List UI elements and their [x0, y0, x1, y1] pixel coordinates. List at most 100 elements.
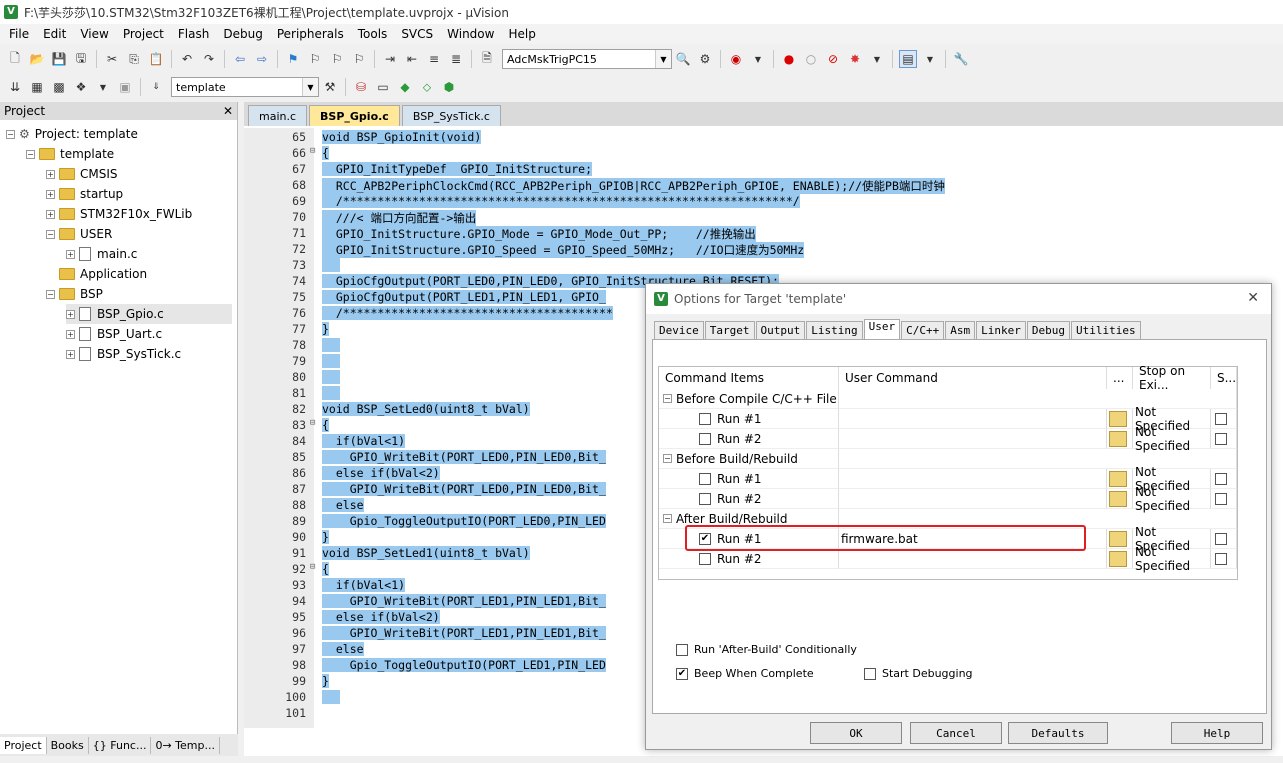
breakpoint-icon[interactable]: ●: [780, 50, 798, 68]
help-button[interactable]: Help: [1171, 722, 1263, 744]
ok-button[interactable]: OK: [810, 722, 902, 744]
browse-folder-icon[interactable]: [1109, 430, 1127, 447]
menu-file[interactable]: File: [2, 27, 36, 41]
project-panel-tab[interactable]: {} Func...: [89, 736, 152, 754]
redo-icon[interactable]: ↷: [200, 50, 218, 68]
expander-icon[interactable]: +: [66, 249, 75, 259]
menu-help[interactable]: Help: [501, 27, 542, 41]
chevron-down-icon[interactable]: ▼: [655, 50, 671, 68]
expander-icon[interactable]: −: [46, 289, 55, 299]
dialog-tab-asm[interactable]: Asm: [945, 321, 976, 339]
silent-checkbox[interactable]: [1215, 492, 1227, 505]
expander-icon[interactable]: −: [663, 514, 672, 523]
find-in-files-icon[interactable]: 🗎: [478, 50, 496, 68]
cut-icon[interactable]: ✂: [103, 50, 121, 68]
undo-icon[interactable]: ↶: [178, 50, 196, 68]
nav-forward-icon[interactable]: ⇨: [253, 50, 271, 68]
browse-folder-icon[interactable]: [1109, 530, 1127, 547]
target-options-icon[interactable]: ⚒: [321, 78, 339, 96]
user-command-cell[interactable]: [839, 429, 1107, 449]
clear-bookmarks-icon[interactable]: ⚐: [350, 50, 368, 68]
save-icon[interactable]: 💾: [50, 50, 68, 68]
command-row[interactable]: Run #2 Not Specified: [659, 545, 1237, 573]
editor-tab[interactable]: BSP_Gpio.c: [309, 105, 400, 126]
chevron-down-icon[interactable]: ▼: [868, 50, 886, 68]
tree-item[interactable]: + BSP_Uart.c: [66, 324, 162, 344]
user-command-cell[interactable]: [839, 409, 1107, 429]
kill-breakpoints-icon[interactable]: ✸: [846, 50, 864, 68]
run-checkbox[interactable]: [699, 432, 711, 445]
dialog-tab-output[interactable]: Output: [755, 321, 806, 339]
run-after-build-checkbox[interactable]: [676, 643, 688, 656]
uncomment-icon[interactable]: ≣: [447, 50, 465, 68]
project-panel-tab[interactable]: 0→ Temp...: [151, 736, 220, 754]
expander-icon[interactable]: −: [26, 149, 35, 159]
dialog-tab-listing[interactable]: Listing: [806, 321, 863, 339]
build-icon[interactable]: ▦: [28, 78, 46, 96]
expander-icon[interactable]: −: [46, 229, 55, 239]
target-select[interactable]: template ▼: [171, 77, 319, 97]
expander-icon[interactable]: +: [66, 329, 75, 339]
stop-on-exit-cell[interactable]: Not Specified: [1133, 425, 1211, 453]
column-header[interactable]: User Command: [839, 367, 1107, 389]
run-after-build-option[interactable]: Run 'After-Build' Conditionally: [676, 643, 857, 656]
chevron-down-icon[interactable]: ▼: [302, 78, 318, 96]
manage-components-icon[interactable]: ⛁: [352, 78, 370, 96]
browse-folder-icon[interactable]: [1109, 550, 1127, 567]
menu-svcs[interactable]: SVCS: [394, 27, 440, 41]
menu-peripherals[interactable]: Peripherals: [270, 27, 351, 41]
expander-icon[interactable]: +: [66, 349, 75, 359]
menu-window[interactable]: Window: [440, 27, 501, 41]
fold-marker[interactable]: ⊟: [310, 562, 320, 572]
disable-all-breakpoints-icon[interactable]: ⊘: [824, 50, 842, 68]
beep-checkbox[interactable]: ✔: [676, 667, 688, 680]
dialog-tab-user[interactable]: User: [863, 319, 901, 339]
save-all-icon[interactable]: 🖫: [72, 50, 90, 68]
menu-tools[interactable]: Tools: [351, 27, 395, 41]
run-checkbox[interactable]: [699, 552, 711, 565]
tree-item[interactable]: + STM32F10x_FWLib: [46, 204, 192, 224]
column-header[interactable]: Stop on Exi...: [1133, 364, 1211, 392]
defaults-button[interactable]: Defaults: [1008, 722, 1108, 744]
expander-icon[interactable]: +: [66, 309, 75, 319]
run-checkbox[interactable]: [699, 472, 711, 485]
editor-tab[interactable]: main.c: [248, 105, 308, 126]
chevron-down-icon[interactable]: ▼: [921, 50, 939, 68]
tree-item[interactable]: + CMSIS: [46, 164, 118, 184]
fold-marker[interactable]: ⊟: [310, 146, 320, 156]
user-command-cell[interactable]: [839, 469, 1107, 489]
tree-item[interactable]: + main.c: [66, 244, 137, 264]
silent-checkbox[interactable]: [1215, 472, 1227, 485]
cancel-button[interactable]: Cancel: [910, 722, 1002, 744]
project-panel-tab[interactable]: Books: [47, 736, 89, 754]
stop-on-exit-cell[interactable]: Not Specified: [1133, 545, 1211, 573]
silent-checkbox[interactable]: [1215, 552, 1227, 565]
dialog-tab-debug[interactable]: Debug: [1026, 321, 1070, 339]
tree-item[interactable]: + startup: [46, 184, 123, 204]
select-packs-icon[interactable]: ▭: [374, 78, 392, 96]
expander-icon[interactable]: +: [46, 169, 55, 179]
unindent-icon[interactable]: ⇤: [403, 50, 421, 68]
column-header[interactable]: Command Items: [659, 367, 839, 389]
project-panel-tab[interactable]: Project: [0, 736, 47, 754]
silent-checkbox[interactable]: [1215, 532, 1227, 545]
close-icon[interactable]: ✕: [1247, 290, 1259, 306]
copy-icon[interactable]: ⎘: [125, 50, 143, 68]
tree-item[interactable]: − BSP: [46, 284, 103, 304]
new-file-icon[interactable]: 🗋: [6, 50, 24, 68]
menu-flash[interactable]: Flash: [171, 27, 216, 41]
download-icon[interactable]: ⇓: [147, 78, 165, 96]
next-bookmark-icon[interactable]: ⚐: [328, 50, 346, 68]
rebuild-icon[interactable]: ▩: [50, 78, 68, 96]
tree-item[interactable]: − USER: [46, 224, 112, 244]
expander-icon[interactable]: −: [663, 454, 672, 463]
find-combo[interactable]: AdcMskTrigPC15 ▼: [502, 49, 672, 69]
dialog-tab-cc[interactable]: C/C++: [901, 321, 945, 339]
chevron-down-icon[interactable]: ▼: [749, 50, 767, 68]
command-row[interactable]: Run #2 Not Specified: [659, 485, 1237, 513]
tree-item[interactable]: − ⚙ Project: template: [6, 124, 138, 144]
disable-breakpoint-icon[interactable]: ○: [802, 50, 820, 68]
column-header[interactable]: S...: [1211, 367, 1237, 389]
silent-checkbox[interactable]: [1215, 432, 1227, 445]
configure-icon[interactable]: 🔧: [952, 50, 970, 68]
